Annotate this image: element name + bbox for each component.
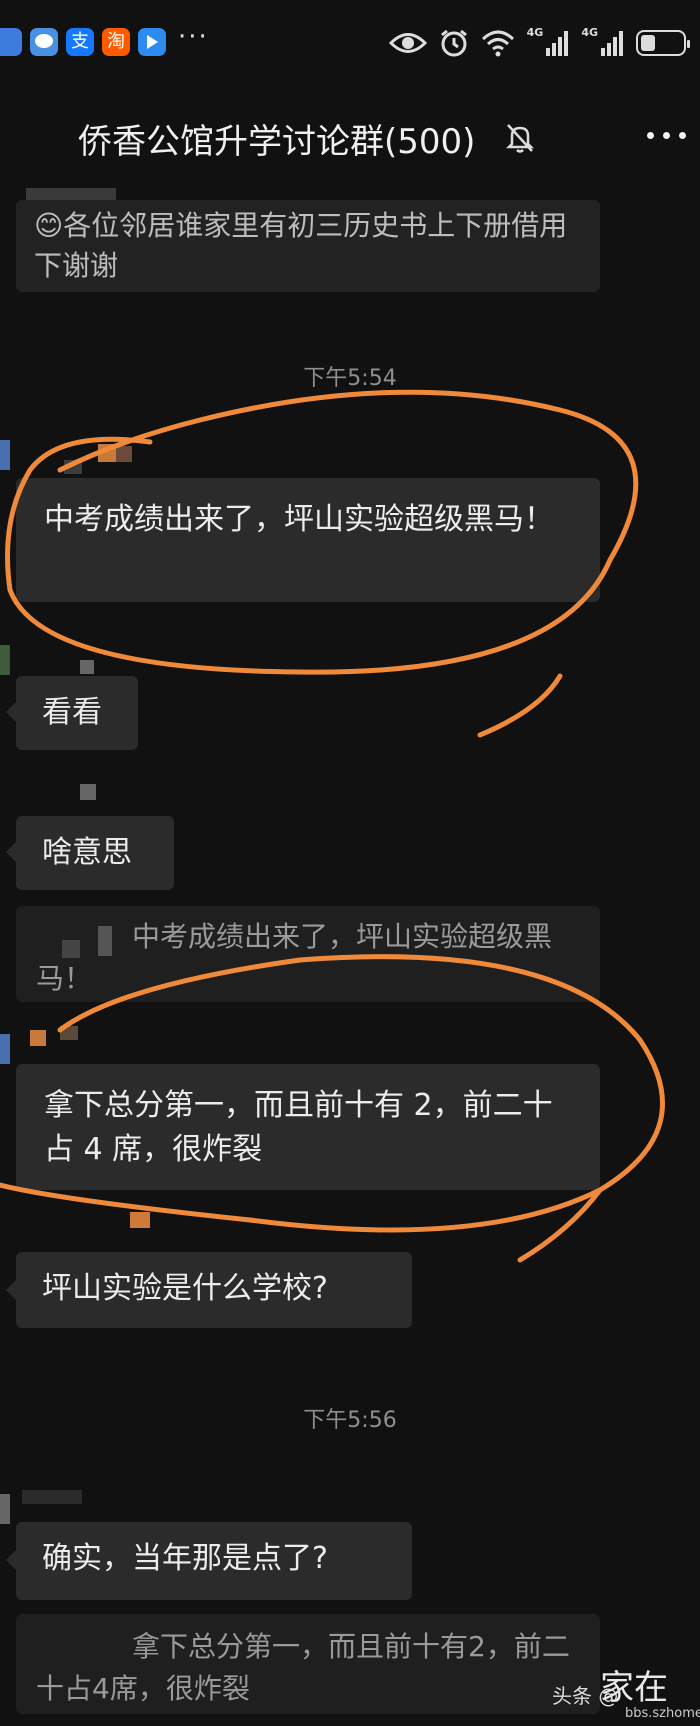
chat-app-icon xyxy=(30,28,58,56)
avatar[interactable] xyxy=(0,645,10,675)
avatar[interactable] xyxy=(0,1494,10,1524)
sender-name xyxy=(22,1490,82,1504)
status-bar: 支 淘 ··· 4G 4G xyxy=(0,0,700,90)
message-bubble[interactable]: 看看 xyxy=(16,676,138,750)
bubble-tail xyxy=(6,702,16,722)
group-title[interactable]: 侨香公馆升学讨论群(500) xyxy=(78,114,475,163)
sender-name xyxy=(80,660,94,674)
watermark-logo: 家在 xyxy=(600,1668,668,1708)
timestamp: 下午5:56 xyxy=(303,1408,397,1433)
sender-name xyxy=(80,784,96,800)
quoted-message[interactable]: 拿下总分第一，而且前十有2，前二十占4席，很炸裂 xyxy=(16,1614,600,1714)
app-icon-arrow xyxy=(138,28,166,56)
wifi-icon xyxy=(481,30,514,57)
eye-icon xyxy=(388,33,427,53)
more-notifications-icon: ··· xyxy=(178,22,209,52)
signal-icon xyxy=(601,31,623,56)
message-bubble[interactable]: 啥意思 xyxy=(16,816,174,890)
watermark-url: bbs.szhome.com xyxy=(625,1706,700,1721)
network-label-2: 4G xyxy=(581,26,598,39)
message-bubble[interactable]: 中考成绩出来了，坪山实验超级黑马！ xyxy=(16,478,600,602)
message-bubble[interactable]: 拿下总分第一，而且前十有 2，前二十占 4 席，很炸裂 xyxy=(16,1064,600,1190)
sender-name xyxy=(64,460,82,474)
sender-name xyxy=(116,446,132,462)
message-bubble[interactable]: 😊各位邻居谁家里有初三历史书上下册借用下谢谢 xyxy=(16,200,600,292)
battery-icon xyxy=(636,30,690,56)
sender-name xyxy=(98,444,116,462)
chat-header: 侨香公馆升学讨论群(500) xyxy=(0,96,700,176)
quote-avatar xyxy=(98,926,112,956)
network-label-1: 4G xyxy=(526,26,544,39)
more-options-button[interactable] xyxy=(647,132,686,139)
bubble-tail xyxy=(6,1280,16,1300)
avatar[interactable] xyxy=(0,1034,10,1064)
timestamp: 下午5:54 xyxy=(303,366,397,391)
app-icon-blue xyxy=(0,28,22,56)
mute-bell-icon xyxy=(505,124,535,153)
sender-name xyxy=(30,1030,46,1046)
alipay-icon: 支 xyxy=(66,28,94,56)
signal-icon xyxy=(546,31,569,56)
alarm-icon xyxy=(440,29,467,57)
sender-name xyxy=(60,1026,78,1040)
avatar[interactable] xyxy=(0,440,10,470)
message-bubble[interactable]: 确实，当年那是点了? xyxy=(16,1522,412,1600)
bubble-tail xyxy=(6,1550,16,1570)
bubble-tail xyxy=(6,842,16,862)
taobao-icon: 淘 xyxy=(102,28,130,56)
quote-avatar xyxy=(62,940,80,958)
sender-name xyxy=(130,1212,150,1228)
message-bubble[interactable]: 坪山实验是什么学校? xyxy=(16,1252,412,1328)
